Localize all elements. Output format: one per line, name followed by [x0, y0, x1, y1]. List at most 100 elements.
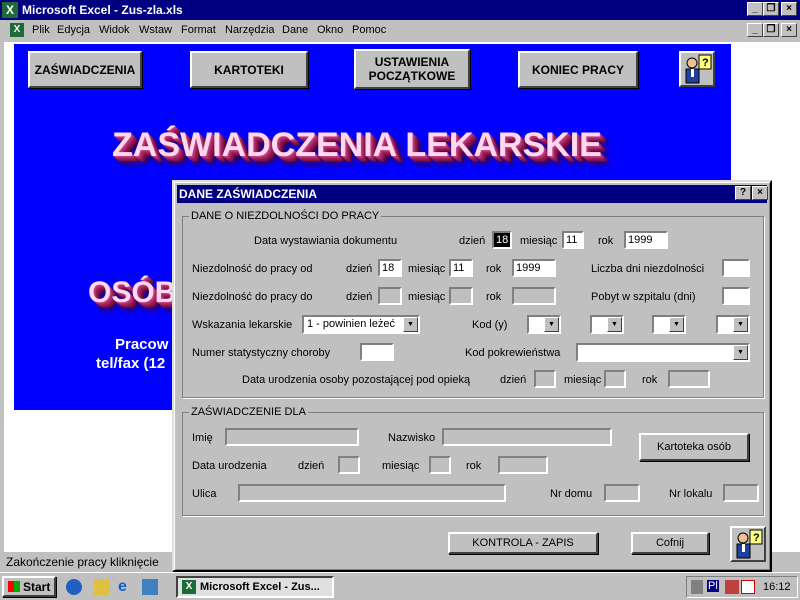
- help-person-icon[interactable]: ?: [679, 51, 715, 87]
- pobyt-input[interactable]: [722, 287, 750, 305]
- chevron-down-icon[interactable]: ▼: [403, 317, 418, 332]
- opieka-miesiac-input[interactable]: [604, 370, 626, 388]
- window-title-bar: X Microsoft Excel - Zus-zla.xls _ ❐ ×: [0, 0, 800, 20]
- minimize-icon[interactable]: _: [747, 2, 763, 16]
- menu-plik[interactable]: Plik: [32, 24, 50, 36]
- ulica-input[interactable]: [238, 484, 506, 502]
- opieka-dzien-label: dzień: [500, 374, 527, 386]
- kontrola-zapis-button[interactable]: KONTROLA - ZAPIS: [448, 532, 598, 554]
- channels-icon[interactable]: [142, 579, 158, 595]
- close-icon[interactable]: ×: [781, 2, 797, 16]
- od-dzien-input[interactable]: 18: [378, 259, 402, 277]
- nr-domu-input[interactable]: [604, 484, 640, 502]
- doc-close-icon[interactable]: ×: [781, 23, 797, 37]
- restore-icon[interactable]: ❐: [763, 2, 779, 16]
- wskazania-select[interactable]: 1 - powinien leżeć ▼: [302, 315, 420, 334]
- kod-pokr-select[interactable]: ▼: [576, 343, 750, 362]
- windows-logo-icon: [8, 581, 20, 592]
- nr-lokalu-label: Nr lokalu: [669, 488, 713, 500]
- taskbar: Start e X Microsoft Excel - Zus... Pl 16:…: [0, 572, 800, 600]
- nazwisko-input[interactable]: [442, 428, 612, 446]
- dialog-help-icon[interactable]: ?: [735, 186, 751, 200]
- start-button[interactable]: Start: [2, 576, 56, 597]
- excel-icon[interactable]: X: [2, 2, 18, 18]
- dialog-help-person-icon[interactable]: ?: [730, 526, 766, 562]
- imie-input[interactable]: [225, 428, 359, 446]
- cofnij-button[interactable]: Cofnij: [631, 532, 709, 554]
- wyst-rok-input[interactable]: 1999: [624, 231, 668, 249]
- od-miesiac-input[interactable]: 11: [449, 259, 473, 277]
- sheet-partial-line: OSÓB: [88, 276, 177, 309]
- menu-okno[interactable]: Okno: [317, 24, 343, 36]
- numer-stat-label: Numer statystyczny choroby: [192, 347, 331, 359]
- wyst-dzien-input[interactable]: 18: [492, 231, 512, 249]
- taskbar-excel-button[interactable]: X Microsoft Excel - Zus...: [176, 576, 334, 598]
- document-icon[interactable]: X: [10, 23, 24, 37]
- chevron-down-icon[interactable]: ▼: [669, 317, 684, 332]
- koniec-pracy-button[interactable]: KONIEC PRACY: [518, 51, 638, 88]
- ur-rok-label: rok: [466, 460, 482, 472]
- menu-format[interactable]: Format: [181, 24, 216, 36]
- kod-label: Kod (y): [472, 319, 508, 331]
- chevron-down-icon[interactable]: ▼: [607, 317, 622, 332]
- nr-domu-label: Nr domu: [550, 488, 593, 500]
- menu-narzedzia[interactable]: Narzędzia: [225, 24, 275, 36]
- kod-select-2[interactable]: ▼: [590, 315, 624, 334]
- kod-select-1[interactable]: ▼: [527, 315, 561, 334]
- tray-monitor-icon[interactable]: [691, 580, 703, 594]
- ur-miesiac-label: miesiąc: [382, 460, 420, 472]
- sheet-contact-line2: tel/fax (12: [96, 355, 166, 372]
- opieka-rok-input[interactable]: [668, 370, 710, 388]
- menu-pomoc[interactable]: Pomoc: [352, 24, 386, 36]
- do-dzien-input[interactable]: [378, 287, 402, 305]
- kod-select-3[interactable]: ▼: [652, 315, 686, 334]
- od-rok-input[interactable]: 1999: [512, 259, 556, 277]
- ur-dzien-label: dzień: [298, 460, 325, 472]
- window-title: Microsoft Excel - Zus-zla.xls: [22, 3, 183, 17]
- kartoteka-osob-button[interactable]: Kartoteka osób: [639, 433, 749, 461]
- wyst-miesiac-input[interactable]: 11: [562, 231, 584, 249]
- ie-icon[interactable]: e: [118, 578, 135, 595]
- od-rok-label: rok: [486, 263, 502, 275]
- niezd-do-label: Niezdolność do pracy do: [192, 291, 313, 303]
- ur-rok-input[interactable]: [498, 456, 548, 474]
- group2-label: ZAŚWIADCZENIE DLA: [189, 406, 308, 418]
- start-label: Start: [23, 579, 51, 594]
- do-miesiac-input[interactable]: [449, 287, 473, 305]
- menu-dane[interactable]: Dane: [282, 24, 308, 36]
- opieka-dzien-input[interactable]: [534, 370, 556, 388]
- do-miesiac-label: miesiąc: [408, 291, 446, 303]
- do-dzien-label: dzień: [346, 291, 373, 303]
- tray-app-icon[interactable]: [725, 580, 739, 594]
- ur-dzien-input[interactable]: [338, 456, 360, 474]
- nr-lokalu-input[interactable]: [723, 484, 759, 502]
- kartoteki-button[interactable]: KARTOTEKI: [190, 51, 308, 88]
- desktop-icon[interactable]: [66, 579, 82, 595]
- chevron-down-icon[interactable]: ▼: [544, 317, 559, 332]
- dialog-close-icon[interactable]: ×: [752, 186, 768, 200]
- ur-miesiac-input[interactable]: [429, 456, 451, 474]
- outlook-icon[interactable]: [94, 579, 110, 595]
- tray-lang-indicator[interactable]: Pl: [707, 580, 719, 592]
- zaswiadczenia-button[interactable]: ZAŚWIADCZENIA: [28, 51, 142, 88]
- chevron-down-icon[interactable]: ▼: [733, 345, 748, 360]
- liczba-dni-input[interactable]: [722, 259, 750, 277]
- ustawienia-button[interactable]: USTAWIENIA POCZĄTKOWE: [354, 49, 470, 89]
- opieka-rok-label: rok: [642, 374, 658, 386]
- menu-edycja[interactable]: Edycja: [57, 24, 90, 36]
- menu-wstaw[interactable]: Wstaw: [139, 24, 172, 36]
- taskbar-excel-label: Microsoft Excel - Zus...: [200, 581, 320, 593]
- niezd-od-label: Niezdolność do pracy od: [192, 263, 313, 275]
- menu-widok[interactable]: Widok: [99, 24, 130, 36]
- clock[interactable]: 16:12: [763, 581, 791, 593]
- od-miesiac-label: miesiąc: [408, 263, 446, 275]
- kod-select-4[interactable]: ▼: [716, 315, 750, 334]
- chevron-down-icon[interactable]: ▼: [733, 317, 748, 332]
- group1-label: DANE O NIEZDOLNOŚCI DO PRACY: [189, 210, 382, 222]
- tray-scheduler-icon[interactable]: [741, 580, 755, 594]
- doc-restore-icon[interactable]: ❐: [763, 23, 779, 37]
- numer-stat-input[interactable]: [360, 343, 394, 361]
- dane-zaswiadczenia-dialog: DANE ZAŚWIADCZENIA ? × DANE O NIEZDOLNOŚ…: [172, 180, 772, 572]
- doc-minimize-icon[interactable]: _: [747, 23, 763, 37]
- do-rok-input[interactable]: [512, 287, 556, 305]
